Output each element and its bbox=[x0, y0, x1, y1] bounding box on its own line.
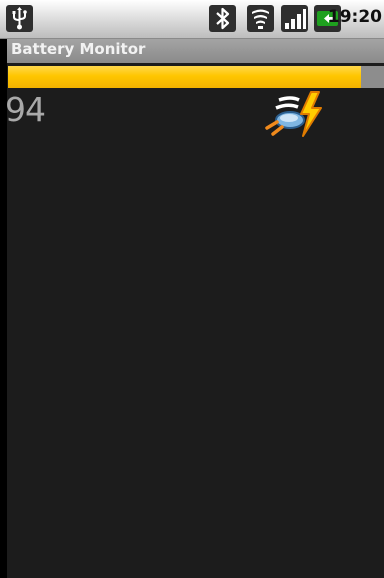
status-bar[interactable]: 19:20 bbox=[0, 0, 384, 39]
battery-progress-bar bbox=[8, 66, 384, 88]
battery-level-text: 94 bbox=[5, 90, 46, 129]
title-bar: Battery Monitor bbox=[7, 39, 384, 63]
app-title: Battery Monitor bbox=[11, 40, 146, 58]
battery-progress-fill bbox=[8, 66, 362, 88]
wifi-icon bbox=[247, 5, 274, 32]
phone-screen: 19:20 Battery Monitor 94 bbox=[0, 0, 384, 578]
status-clock: 19:20 bbox=[327, 7, 382, 27]
signal-icon bbox=[281, 5, 308, 32]
main-content: 94 bbox=[5, 63, 384, 578]
charging-plug-icon bbox=[265, 90, 325, 140]
usb-icon bbox=[6, 5, 33, 32]
bluetooth-icon bbox=[209, 5, 236, 32]
